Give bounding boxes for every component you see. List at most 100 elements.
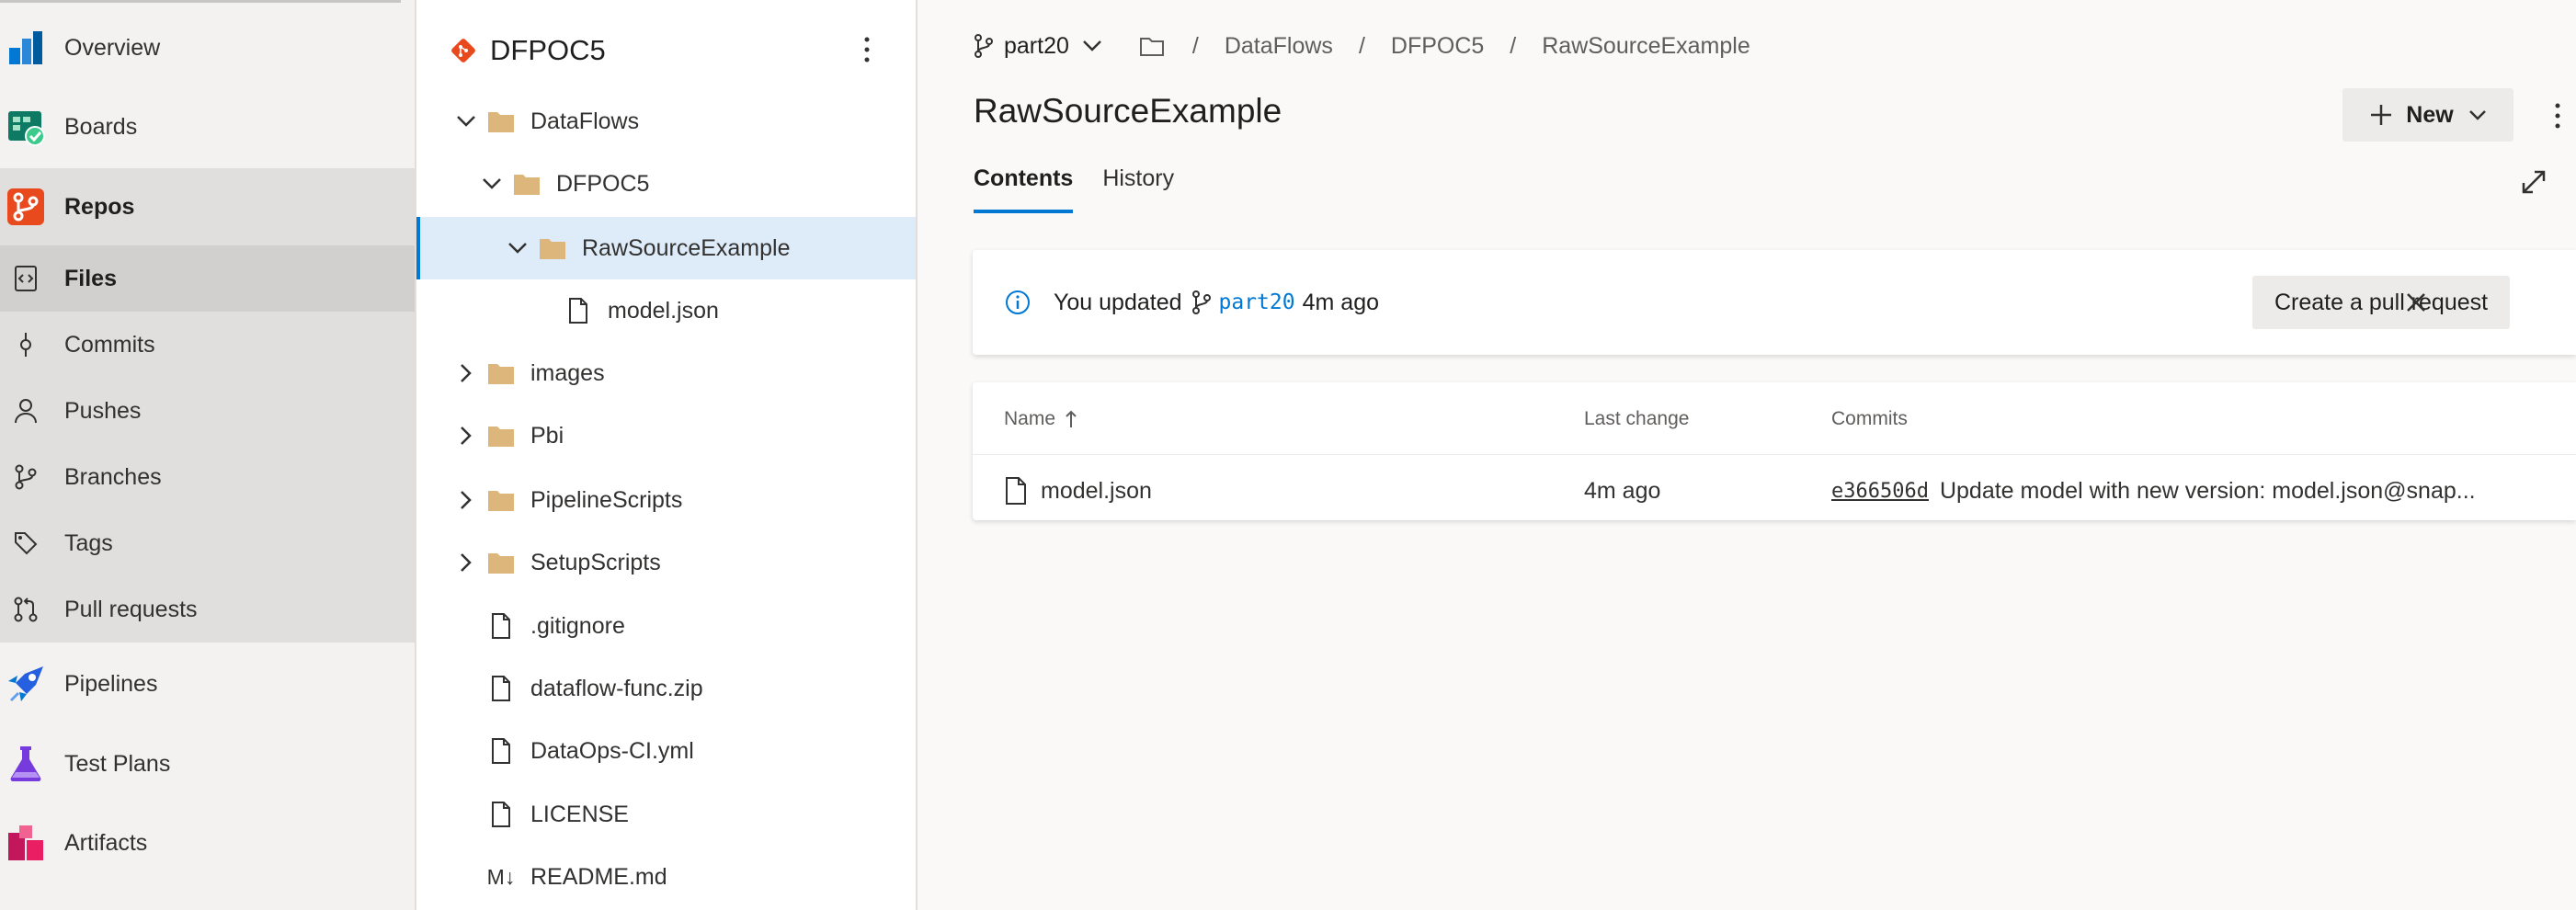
notice-branch-link[interactable]: part20	[1219, 290, 1295, 314]
files-table: Name Last change Commits model.json 4m a…	[973, 382, 2576, 520]
nav-item-artifacts[interactable]: Artifacts	[0, 804, 415, 882]
nav-item-pushes[interactable]: Pushes	[0, 378, 415, 444]
info-icon	[1004, 289, 1032, 316]
nav-item-boards[interactable]: Boards	[0, 88, 415, 165]
breadcrumb-item[interactable]: RawSourceExample	[1542, 33, 1750, 60]
file-icon	[564, 296, 593, 325]
tree-item-label: Pbi	[530, 422, 564, 449]
folder-icon[interactable]	[1139, 35, 1165, 57]
nav-item-commits[interactable]: Commits	[0, 312, 415, 378]
file-name: model.json	[1041, 477, 1152, 504]
folder-icon	[486, 421, 516, 450]
chevron-right-icon[interactable]	[453, 487, 479, 513]
tree-item-label: model.json	[608, 297, 719, 324]
nav-item-repos[interactable]: Repos	[0, 168, 415, 245]
tree-item-label: DFPOC5	[556, 170, 650, 197]
create-pull-request-button[interactable]: Create a pull request	[2252, 276, 2511, 329]
tree-item-label: dataflow-func.zip	[530, 675, 703, 701]
more-options-icon[interactable]	[858, 31, 876, 68]
nav-item-test-plans[interactable]: Test Plans	[0, 725, 415, 802]
tree-row-license[interactable]: LICENSE	[416, 783, 916, 846]
more-options-icon[interactable]	[2547, 96, 2569, 136]
tree-row-dataops-ci-yml[interactable]: DataOps-CI.yml	[416, 720, 916, 782]
tree-item-label: .gitignore	[530, 612, 625, 639]
pipelines-icon	[6, 664, 46, 704]
chevron-right-icon[interactable]	[453, 423, 479, 449]
nav-item-pipelines[interactable]: Pipelines	[0, 645, 415, 722]
branch-icon	[9, 461, 42, 494]
tab-history[interactable]: History	[1102, 165, 1174, 217]
file-icon	[1004, 476, 1028, 506]
chevron-right-icon[interactable]	[453, 550, 479, 575]
folder-icon	[486, 358, 516, 388]
column-header-commits[interactable]: Commits	[1831, 408, 1908, 430]
file-icon	[486, 736, 516, 766]
table-row-name[interactable]: model.json	[1004, 474, 1152, 507]
notice-time: 4m ago	[1302, 289, 1379, 315]
chevron-right-icon[interactable]	[453, 360, 479, 386]
chevron-down-icon[interactable]	[479, 171, 505, 197]
tree-item-label: RawSourceExample	[582, 234, 791, 261]
branch-picker[interactable]: part20	[973, 26, 1102, 66]
tree-row-setupscripts[interactable]: SetupScripts	[416, 531, 916, 594]
tree-row-gitignore[interactable]: .gitignore	[416, 595, 916, 657]
nav-item-overview[interactable]: Overview	[0, 9, 415, 86]
breadcrumb-item[interactable]: DFPOC5	[1391, 33, 1484, 60]
tree-row-pipelinescripts[interactable]: PipelineScripts	[416, 469, 916, 531]
column-header-label: Name	[1004, 408, 1056, 429]
file-icon	[486, 611, 516, 641]
tree-row-model-json[interactable]: model.json	[416, 279, 916, 342]
nav-label: Boards	[64, 113, 138, 140]
notice-prefix: You updated	[1054, 289, 1182, 315]
tab-bar: Contents History	[974, 165, 1203, 224]
breadcrumb-bar: part20 / DataFlows / DFPOC5 / RawSourceE…	[973, 26, 1750, 66]
breadcrumb-item[interactable]: DataFlows	[1225, 33, 1333, 60]
nav-label: Commits	[64, 331, 155, 358]
boards-icon	[6, 107, 46, 147]
test-plans-icon	[6, 744, 46, 784]
close-icon[interactable]	[2398, 284, 2434, 321]
nav-label: Pushes	[64, 397, 142, 424]
push-icon	[9, 394, 42, 427]
tree-row-dataflows[interactable]: DataFlows	[416, 90, 916, 153]
file-icon	[486, 674, 516, 703]
nav-item-files[interactable]: Files	[0, 245, 415, 312]
plus-icon	[2369, 103, 2393, 127]
folder-icon	[486, 107, 516, 136]
column-header-name[interactable]: Name	[1004, 408, 1077, 430]
nav-item-branches[interactable]: Branches	[0, 444, 415, 510]
expand-icon[interactable]	[2517, 165, 2550, 199]
tree-row-rawsourceexample[interactable]: RawSourceExample	[416, 217, 916, 279]
files-icon	[9, 262, 42, 295]
tab-contents[interactable]: Contents	[974, 165, 1074, 217]
tree-row-dataflow-func-zip[interactable]: dataflow-func.zip	[416, 657, 916, 720]
commit-id-link[interactable]: e366506d	[1831, 480, 1929, 503]
folder-icon	[538, 233, 567, 263]
chevron-down-icon[interactable]	[505, 235, 530, 261]
table-divider	[973, 454, 2576, 455]
tree-row-pbi[interactable]: Pbi	[416, 404, 916, 467]
tree-item-label: DataOps-CI.yml	[530, 737, 694, 764]
update-notice: You updated part20 4m ago Create a pull …	[973, 250, 2576, 355]
breadcrumb-separator: /	[1358, 32, 1365, 59]
repo-header[interactable]: DFPOC5	[450, 28, 606, 74]
table-row-commit: e366506d Update model with new version: …	[1831, 474, 2476, 507]
chevron-down-icon	[1082, 40, 1102, 52]
tree-row-readme-md[interactable]: M↓ README.md	[416, 846, 916, 908]
new-button[interactable]: New	[2342, 88, 2513, 142]
nav-item-tags[interactable]: Tags	[0, 510, 415, 576]
branch-icon	[1191, 290, 1212, 314]
nav-item-pull-requests[interactable]: Pull requests	[0, 576, 415, 643]
page-title: RawSourceExample	[974, 92, 1282, 130]
tree-item-label: LICENSE	[530, 801, 629, 827]
repos-icon	[6, 187, 46, 227]
chevron-down-icon[interactable]	[453, 108, 479, 134]
tree-row-images[interactable]: images	[416, 342, 916, 404]
folder-icon	[486, 548, 516, 577]
column-header-last-change[interactable]: Last change	[1584, 408, 1689, 430]
tree-row-dfpoc5[interactable]: DFPOC5	[416, 153, 916, 215]
file-icon	[486, 800, 516, 829]
commit-icon	[9, 328, 42, 361]
